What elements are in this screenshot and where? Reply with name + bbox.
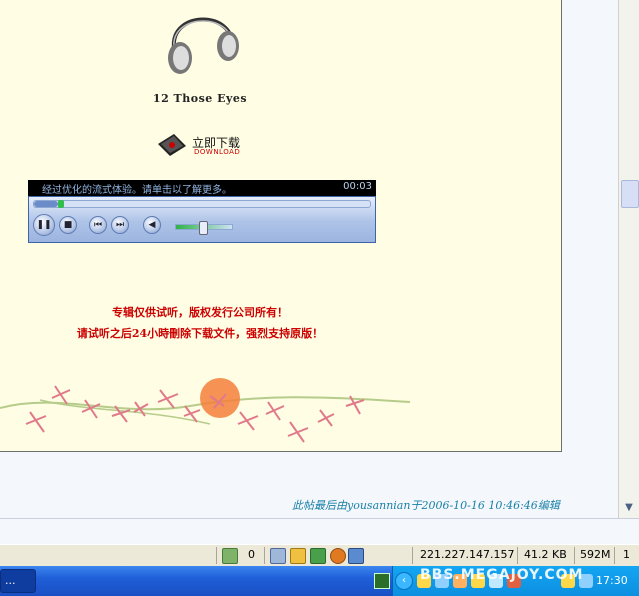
seek-thumb[interactable] <box>58 200 64 208</box>
seek-progress <box>34 201 58 207</box>
statusbar-divider <box>216 547 217 564</box>
statusbar-divider <box>574 547 575 564</box>
next-icon[interactable]: ⏭ <box>111 216 129 234</box>
headphones-icon <box>168 17 239 74</box>
chevron-left-icon[interactable]: ‹ <box>395 572 413 590</box>
volume-thumb[interactable] <box>199 221 208 235</box>
statusbar-divider <box>412 547 413 564</box>
taskbar-button[interactable]: ... <box>0 569 36 593</box>
notice-line-1: 专辑仅供试听，版权发行公司所有！ <box>112 306 288 319</box>
seek-bar[interactable] <box>33 200 371 208</box>
scrollbar-thumb[interactable] <box>621 180 639 208</box>
player-info-bar[interactable]: 经过优化的流式体验。请单击以了解更多。 00:03 <box>28 180 376 196</box>
stop-icon[interactable]: ■ <box>59 216 77 234</box>
statusbar-ip: 221.227.147.157 <box>420 548 515 561</box>
page-bottom-area <box>0 518 639 545</box>
download-label-en: DOWNLOAD <box>194 148 241 156</box>
forum-watermark: BBS.MEGAJOY.COM <box>420 567 584 583</box>
statusbar-page: 1 <box>623 548 630 561</box>
scroll-down-icon[interactable]: ▼ <box>621 500 637 516</box>
recycle-icon[interactable] <box>222 548 238 564</box>
clock[interactable]: 17:30 <box>596 574 628 587</box>
track-title: 12 Those Eyes <box>152 92 248 105</box>
player-time: 00:03 <box>343 181 372 192</box>
player-controls: ❚❚ ■ ⏮ ⏭ ◀ <box>28 196 376 243</box>
copyright-notice: 专辑仅供试听，版权发行公司所有！ 请试听之后24小時刪除下载文件，强烈支持原版！ <box>40 302 360 344</box>
decorative-dragonfly-border <box>0 378 411 443</box>
statusbar-counter: 0 <box>248 548 255 561</box>
vertical-scrollbar[interactable]: ▼ <box>618 0 639 520</box>
media-player: 经过优化的流式体验。请单击以了解更多。 00:03 ❚❚ ■ ⏮ ⏭ ◀ <box>28 180 376 243</box>
post-content-panel: 12 Those Eyes 立即下载 DOWNLOAD 经过优化的流式体验。请单… <box>0 0 562 452</box>
statusbar-memory: 592M <box>580 548 611 561</box>
statusbar-divider <box>264 547 265 564</box>
play-pause-icon[interactable]: ❚❚ <box>33 214 55 236</box>
download-button[interactable]: 立即下载 DOWNLOAD <box>156 130 248 160</box>
status-bar: 0 221.227.147.157 41.2 KB 592M 1 <box>0 544 639 567</box>
prev-icon[interactable]: ⏮ <box>89 216 107 234</box>
gear-icon[interactable] <box>330 548 346 564</box>
download-icon <box>158 134 186 156</box>
mute-icon[interactable]: ◀ <box>143 216 161 234</box>
refresh-icon[interactable] <box>290 548 306 564</box>
notice-line-2: 请试听之后24小時刪除下载文件，强烈支持原版！ <box>76 327 324 340</box>
player-status-message[interactable]: 经过优化的流式体验。请单击以了解更多。 <box>42 181 232 196</box>
edit-note: 此帖最后由yousannian于2006-10-16 10:46:46编辑 <box>292 499 560 512</box>
statusbar-divider <box>614 547 615 564</box>
statusbar-size: 41.2 KB <box>524 548 567 561</box>
statusbar-divider <box>517 547 518 564</box>
network-icon[interactable] <box>270 548 286 564</box>
leaf-icon[interactable] <box>310 548 326 564</box>
language-icon[interactable] <box>374 573 390 589</box>
window-icon[interactable] <box>348 548 364 564</box>
